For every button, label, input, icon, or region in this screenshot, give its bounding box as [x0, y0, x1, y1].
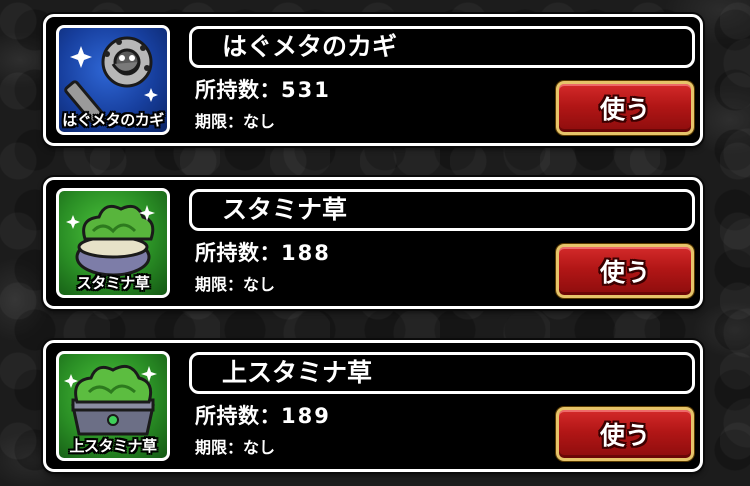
item-count-row: 所持数：188 — [195, 240, 331, 266]
item-limit: 期限：なし — [195, 438, 276, 457]
item-limit: 期限：なし — [195, 112, 276, 131]
item-count-row: 所持数：531 — [195, 77, 331, 103]
item-icon-frame: スタミナ草 — [56, 188, 170, 298]
item-icon-caption: スタミナ草 — [76, 274, 150, 292]
item-icon-caption: 上スタミナ草 — [69, 437, 157, 455]
item-count-label: 所持数： — [195, 241, 281, 265]
item-title-box: 上スタミナ草 — [189, 352, 695, 394]
use-button-label: 使う — [599, 421, 650, 450]
item-title-box: スタミナ草 — [189, 189, 695, 231]
item-count-row: 所持数：189 — [195, 403, 331, 429]
item-name: はぐメタのカギ — [222, 32, 398, 61]
item-count-value: 531 — [281, 78, 331, 102]
item-limit: 期限：なし — [195, 275, 276, 294]
item-count-label: 所持数： — [195, 404, 281, 428]
item-name: スタミナ草 — [222, 195, 348, 224]
use-button[interactable]: 使う — [556, 244, 694, 298]
item-title-box: はぐメタのカギ — [189, 26, 695, 68]
use-button[interactable]: 使う — [556, 407, 694, 461]
use-button[interactable]: 使う — [556, 81, 694, 135]
item-card-premium-stamina-herb: 上スタミナ草 上スタミナ草 所持数：189 期限：なし 使う — [43, 340, 703, 472]
use-button-label: 使う — [599, 258, 650, 287]
item-name: 上スタミナ草 — [222, 358, 373, 387]
item-count-label: 所持数： — [195, 78, 281, 102]
item-icon-caption: はぐメタのカギ — [62, 111, 164, 129]
use-button-label: 使う — [599, 95, 650, 124]
item-icon-frame: はぐメタのカギ — [56, 25, 170, 135]
item-count-value: 188 — [281, 241, 331, 265]
item-card-stamina-herb: スタミナ草 スタミナ草 所持数：188 期限：なし 使う — [43, 177, 703, 309]
item-card-hagumeta-key: はぐメタのカギ はぐメタのカギ 所持数：531 期限：なし 使う — [43, 14, 703, 146]
item-count-value: 189 — [281, 404, 331, 428]
item-icon-frame: 上スタミナ草 — [56, 351, 170, 461]
